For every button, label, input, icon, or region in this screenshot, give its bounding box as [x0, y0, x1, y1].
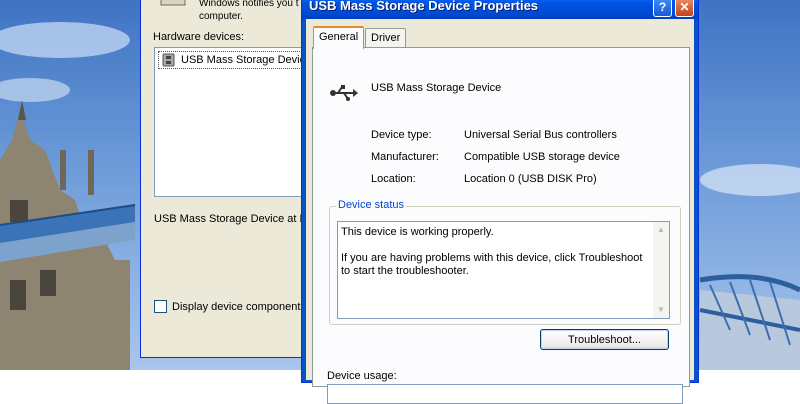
title-bar[interactable]: USB Mass Storage Device Properties ? ✕: [302, 0, 698, 19]
safely-remove-hardware-window: Windows notifies you t computer. Hardwar…: [140, 0, 333, 358]
device-status-textbox[interactable]: This device is working properly. If you …: [337, 221, 670, 319]
device-type-label: Device type:: [371, 129, 432, 141]
troubleshoot-button[interactable]: Troubleshoot...: [540, 329, 669, 350]
general-tab-panel: USB Mass Storage Device Device type: Uni…: [312, 47, 690, 404]
notify-text-line1: Windows notifies you t: [199, 0, 299, 9]
device-usage-label: Device usage:: [327, 370, 397, 382]
help-icon[interactable]: ?: [653, 0, 672, 17]
hardware-devices-label: Hardware devices:: [153, 31, 245, 43]
notify-icon: [160, 0, 186, 6]
device-status-legend: Device status: [336, 199, 407, 211]
display-components-row[interactable]: Display device components: [154, 300, 306, 313]
hardware-devices-list[interactable]: USB Mass Storage Device: [154, 47, 333, 197]
manufacturer-value: Compatible USB storage device: [464, 151, 620, 163]
display-components-checkbox[interactable]: [154, 300, 167, 313]
close-icon[interactable]: ✕: [675, 0, 694, 17]
device-status-group: Device status This device is working pro…: [329, 199, 681, 325]
status-scrollbar[interactable]: ▲ ▼: [653, 222, 669, 318]
tab-general[interactable]: General: [313, 26, 365, 49]
device-name: USB Mass Storage Device: [371, 82, 502, 94]
device-status-text: This device is working properly. If you …: [341, 226, 643, 277]
scroll-down-icon[interactable]: ▼: [653, 302, 669, 318]
display-components-label: Display device components: [172, 300, 306, 313]
device-type-value: Universal Serial Bus controllers: [464, 129, 617, 141]
usb-device-icon: [330, 85, 358, 101]
tab-driver[interactable]: Driver: [365, 28, 407, 47]
hardware-item-label: USB Mass Storage Device: [181, 54, 312, 66]
dialog-client-area: General Driver USB Mass Storage Device D…: [306, 19, 694, 404]
location-value: Location 0 (USB DISK Pro): [464, 173, 597, 185]
hardware-description: USB Mass Storage Device at L: [154, 213, 306, 225]
manufacturer-label: Manufacturer:: [371, 151, 439, 163]
notify-text-line2: computer.: [199, 11, 243, 22]
scroll-up-icon[interactable]: ▲: [653, 222, 669, 238]
usb-mini-icon: [162, 53, 175, 67]
notify-description: Windows notifies you t computer.: [199, 0, 309, 23]
location-label: Location:: [371, 173, 416, 185]
device-usage-select[interactable]: [327, 384, 683, 404]
window-title: USB Mass Storage Device Properties: [309, 0, 539, 13]
device-properties-window: USB Mass Storage Device Properties ? ✕ G…: [301, 0, 699, 404]
